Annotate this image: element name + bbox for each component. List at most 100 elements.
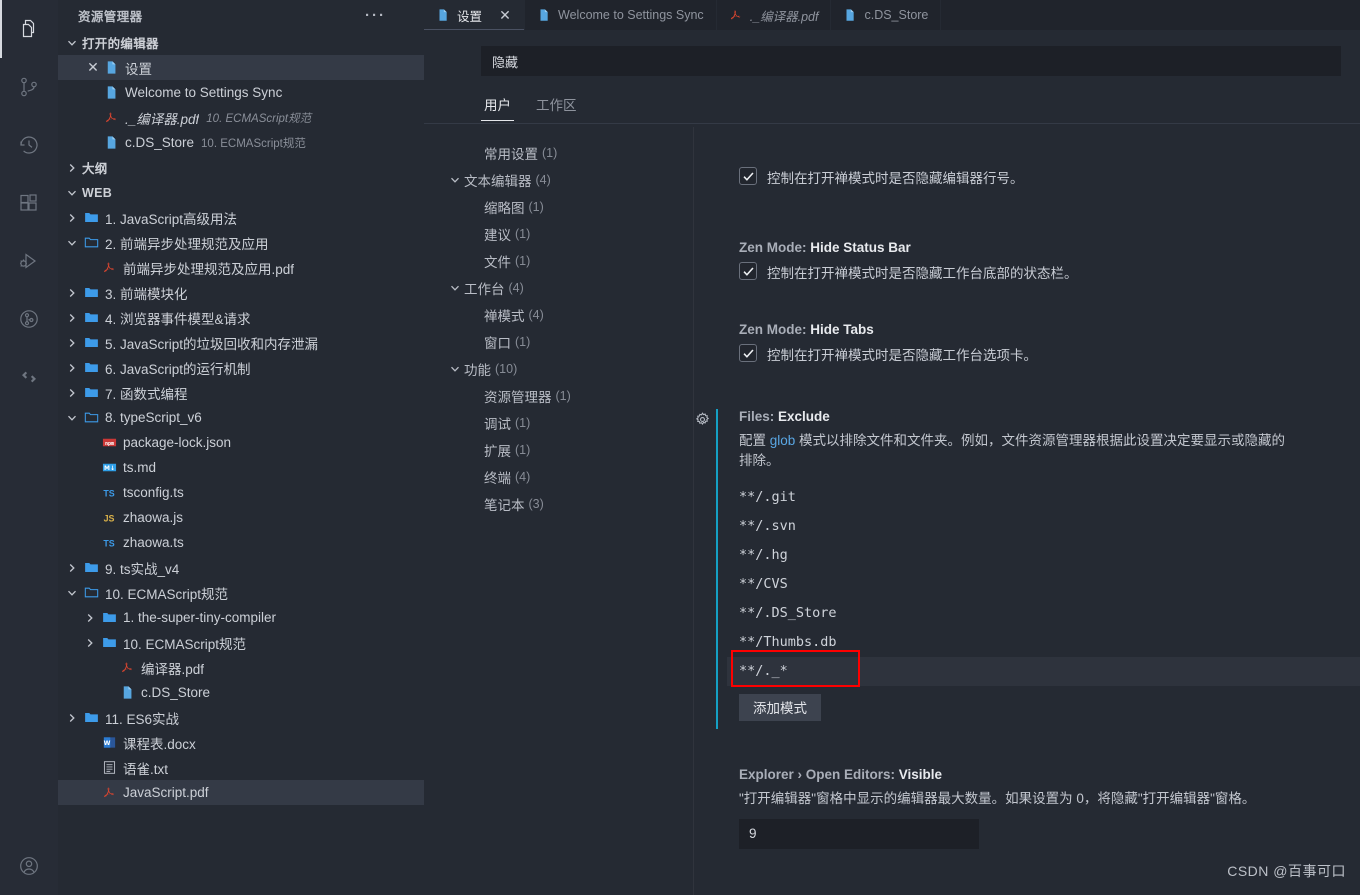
chevron-right-icon[interactable] [64, 285, 80, 301]
tree-row[interactable]: 11. ES6实战 [58, 705, 424, 730]
gear-icon[interactable] [694, 411, 712, 429]
toc-row[interactable]: 建议 (1) [424, 220, 694, 247]
open-editor-row-settings[interactable]: ✕ 设置 [58, 55, 424, 80]
activity-item-source-control[interactable] [0, 58, 58, 116]
tab-c-ds-store[interactable]: c.DS_Store [831, 0, 942, 30]
sidebar-overflow-button[interactable]: ··· [365, 0, 386, 30]
toc-row[interactable]: 资源管理器 (1) [424, 382, 694, 409]
activity-item-account[interactable] [0, 837, 58, 895]
checkbox-checked-icon[interactable] [739, 344, 757, 362]
tree-row[interactable]: JS zhaowa.js [58, 505, 424, 530]
chevron-down-icon[interactable] [446, 282, 464, 294]
chevron-right-icon[interactable] [64, 360, 80, 376]
tree-row[interactable]: 语雀.txt [58, 755, 424, 780]
section-open-editors[interactable]: 打开的编辑器 [58, 30, 424, 55]
tree-row[interactable]: 1. the-super-tiny-compiler [58, 605, 424, 630]
section-web-label: WEB [82, 185, 113, 200]
tab-workspace[interactable]: 工作区 [533, 94, 580, 121]
activity-item-settings-sync[interactable] [0, 348, 58, 406]
tree-row[interactable]: 前端异步处理规范及应用.pdf [58, 255, 424, 280]
toc-row[interactable]: 终端 (4) [424, 463, 694, 490]
tree-row[interactable]: 1. JavaScript高级用法 [58, 205, 424, 230]
tree-row[interactable]: M↓ ts.md [58, 455, 424, 480]
exclude-pattern-row[interactable]: **/CVS [727, 570, 1360, 599]
activity-item-explorer[interactable] [0, 0, 58, 58]
chevron-right-icon[interactable] [64, 385, 80, 401]
tree-row[interactable]: JavaScript.pdf [58, 780, 424, 805]
toc-row[interactable]: 常用设置 (1) [424, 139, 694, 166]
toc-row[interactable]: 禅模式 (4) [424, 301, 694, 328]
open-editor-row-compiler-pdf[interactable]: ._编译器.pdf 10. ECMAScript规范 [58, 105, 424, 130]
chevron-right-icon[interactable] [82, 610, 98, 626]
add-pattern-button[interactable]: 添加模式 [739, 693, 821, 721]
tree-row[interactable]: TS tsconfig.ts [58, 480, 424, 505]
checkbox-checked-icon[interactable] [739, 167, 757, 185]
section-web[interactable]: WEB [58, 180, 424, 205]
exclude-pattern-row[interactable]: **/Thumbs.db [727, 628, 1360, 657]
exclude-pattern-row[interactable]: **/.hg [727, 541, 1360, 570]
exclude-pattern-row[interactable]: **/.svn [727, 512, 1360, 541]
chevron-down-icon[interactable] [64, 585, 80, 601]
tree-row[interactable]: 6. JavaScript的运行机制 [58, 355, 424, 380]
toc-row-label: 扩展 [484, 443, 511, 459]
chevron-down-icon[interactable] [446, 363, 464, 375]
settings-search-input[interactable]: 隐藏 [481, 46, 1341, 76]
chevron-down-icon[interactable] [64, 235, 80, 251]
exclude-pattern-row[interactable]: **/.DS_Store [727, 599, 1360, 628]
activity-item-timeline[interactable] [0, 116, 58, 174]
tree-row[interactable]: 2. 前端异步处理规范及应用 [58, 230, 424, 255]
chevron-down-icon[interactable] [64, 410, 80, 426]
chevron-down-icon[interactable] [446, 174, 464, 186]
tree-row[interactable]: 7. 函数式编程 [58, 380, 424, 405]
close-icon[interactable]: ✕ [498, 7, 512, 24]
exclude-pattern-row[interactable]: **/.git [727, 483, 1360, 512]
chevron-right-icon[interactable] [64, 210, 80, 226]
checkbox-checked-icon[interactable] [739, 262, 757, 280]
tab-settings[interactable]: 设置 ✕ [424, 0, 526, 30]
tree-row[interactable]: 5. JavaScript的垃圾回收和内存泄漏 [58, 330, 424, 355]
activity-item-extensions[interactable] [0, 174, 58, 232]
chevron-right-icon[interactable] [64, 335, 80, 351]
tree-row[interactable]: 10. ECMAScript规范 [58, 630, 424, 655]
activity-item-run-debug[interactable] [0, 232, 58, 290]
tree-row[interactable]: npm package-lock.json [58, 430, 424, 455]
folder-icon [82, 384, 100, 402]
toc-row[interactable]: 工作台 (4) [424, 274, 694, 301]
toc-row[interactable]: 文本编辑器 (4) [424, 166, 694, 193]
folder-icon [82, 359, 100, 377]
tab-user[interactable]: 用户 [481, 94, 514, 121]
toc-row[interactable]: 缩略图 (1) [424, 193, 694, 220]
toc-row[interactable]: 文件 (1) [424, 247, 694, 274]
tab-compiler-pdf[interactable]: ._编译器.pdf [716, 0, 832, 30]
open-editors-visible-input[interactable]: 9 [739, 818, 979, 849]
tree-row[interactable]: 9. ts实战_v4 [58, 555, 424, 580]
tree-row[interactable]: W 课程表.docx [58, 730, 424, 755]
toc-row[interactable]: 笔记本 (3) [424, 490, 694, 517]
chevron-right-icon[interactable] [64, 710, 80, 726]
tree-row[interactable]: 编译器.pdf [58, 655, 424, 680]
toc-row[interactable]: 扩展 (1) [424, 436, 694, 463]
toc-row[interactable]: 功能 (10) [424, 355, 694, 382]
activity-item-remote-explorer[interactable] [0, 290, 58, 348]
toc-row[interactable]: 调试 (1) [424, 409, 694, 436]
tree-row[interactable]: TS zhaowa.ts [58, 530, 424, 555]
tree-row-label: 2. 前端异步处理规范及应用 [105, 236, 269, 252]
chevron-right-icon[interactable] [64, 560, 80, 576]
tree-row[interactable]: 4. 浏览器事件模型&请求 [58, 305, 424, 330]
tree-row[interactable]: 3. 前端模块化 [58, 280, 424, 305]
open-editor-row-welcome[interactable]: Welcome to Settings Sync [58, 80, 424, 105]
exclude-pattern-row[interactable]: **/._* [727, 656, 1360, 686]
tab-welcome-settings-sync[interactable]: Welcome to Settings Sync [525, 0, 717, 30]
chevron-right-icon[interactable] [64, 310, 80, 326]
toc-row[interactable]: 窗口 (1) [424, 328, 694, 355]
chevron-right-icon[interactable] [82, 635, 98, 651]
toc-row-label: 常用设置 [484, 146, 538, 162]
open-editor-row-dsstore[interactable]: c.DS_Store 10. ECMAScript规范 [58, 130, 424, 155]
tree-row[interactable]: 10. ECMAScript规范 [58, 580, 424, 605]
tree-row[interactable]: c.DS_Store [58, 680, 424, 705]
section-outline[interactable]: 大纲 [58, 155, 424, 180]
close-icon[interactable]: ✕ [84, 59, 102, 76]
glob-link[interactable]: glob [770, 433, 796, 448]
tree-row[interactable]: 8. typeScript_v6 [58, 405, 424, 430]
setting-checkbox-label: 控制在打开禅模式时是否隐藏工作台底部的状态栏。 [767, 266, 1078, 281]
